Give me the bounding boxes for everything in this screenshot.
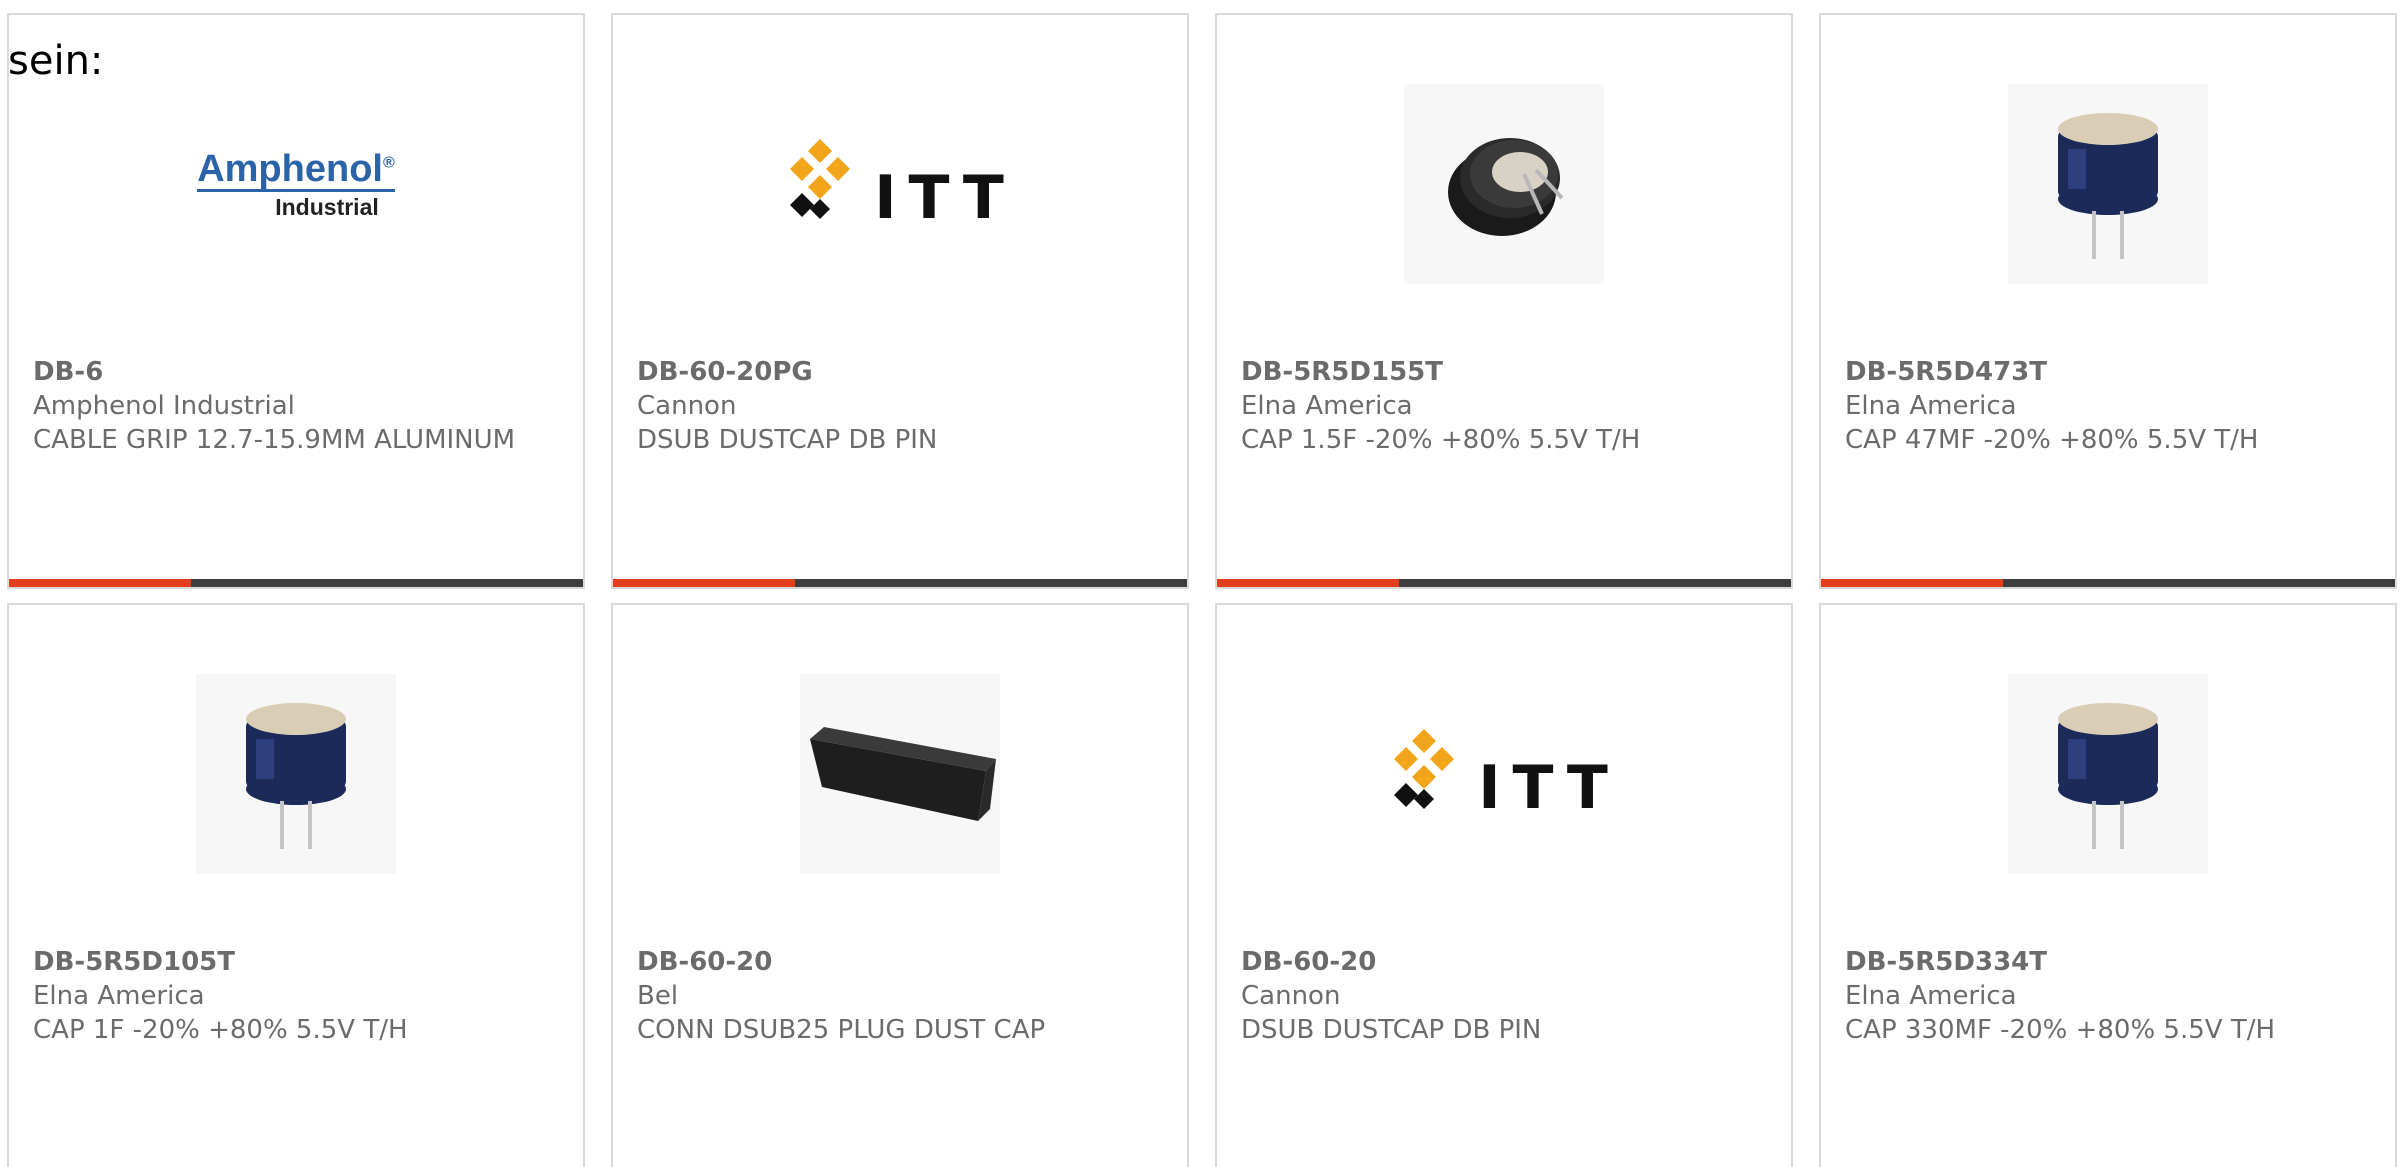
product-info: DB-60-20PG Cannon DSUB DUSTCAP DB PIN xyxy=(637,355,1163,457)
product-info: DB-5R5D334T Elna America CAP 330MF -20% … xyxy=(1845,945,2371,1047)
itt-logo: ITT xyxy=(1388,725,1620,823)
product-info: DB-5R5D473T Elna America CAP 47MF -20% +… xyxy=(1845,355,2371,457)
product-info: DB-60-20 Cannon DSUB DUSTCAP DB PIN xyxy=(1241,945,1767,1047)
product-grid-page: Amphenol® Industrial DB-6 Amphenol Indus… xyxy=(0,0,2400,1167)
part-number[interactable]: DB-60-20 xyxy=(637,945,1163,979)
manufacturer-name: Elna America xyxy=(1845,391,2017,421)
product-image[interactable] xyxy=(2003,79,2213,289)
product-description: CAP 330MF -20% +80% 5.5V T/H xyxy=(1845,1015,2276,1045)
part-number[interactable]: DB-5R5D334T xyxy=(1845,945,2371,979)
product-description: CAP 1.5F -20% +80% 5.5V T/H xyxy=(1241,425,1641,455)
card-accent-bar xyxy=(1821,579,2003,587)
manufacturer-logo[interactable]: ITT xyxy=(790,79,1005,289)
card-accent-bar xyxy=(9,579,191,587)
itt-diamond-icon xyxy=(1394,729,1455,809)
product-image[interactable] xyxy=(795,669,1005,879)
product-description: CAP 47MF -20% +80% 5.5V T/H xyxy=(1845,425,2259,455)
manufacturer-name: Elna America xyxy=(1845,981,2017,1011)
card-footer-bar xyxy=(613,579,1187,587)
amphenol-industrial-logo: Amphenol® Industrial xyxy=(197,147,395,220)
manufacturer-name: Elna America xyxy=(33,981,205,1011)
coin-supercapacitor-photo xyxy=(1404,84,1604,284)
part-number[interactable]: DB-60-20 xyxy=(1241,945,1767,979)
product-image[interactable] xyxy=(191,669,401,879)
product-grid: Amphenol® Industrial DB-6 Amphenol Indus… xyxy=(7,13,2397,1167)
radial-capacitor-photo xyxy=(196,674,396,874)
dust-cap-photo xyxy=(800,674,1000,874)
radial-capacitor-photo xyxy=(2008,674,2208,874)
product-card[interactable]: Amphenol® Industrial DB-6 Amphenol Indus… xyxy=(7,13,585,589)
manufacturer-name: Cannon xyxy=(1241,981,1341,1011)
itt-logo: ITT xyxy=(784,135,1016,233)
part-number[interactable]: DB-5R5D473T xyxy=(1845,355,2371,389)
manufacturer-logo[interactable]: ITT xyxy=(1394,669,1609,879)
manufacturer-name: Amphenol Industrial xyxy=(33,391,295,421)
product-card[interactable]: DB-5R5D334T Elna America CAP 330MF -20% … xyxy=(1819,603,2397,1167)
card-footer-bar xyxy=(1217,579,1791,587)
card-footer-bar xyxy=(9,579,583,587)
product-card[interactable]: ITT DB-60-20PG Cannon DSUB DUSTCAP DB PI… xyxy=(611,13,1189,589)
product-description: CONN DSUB25 PLUG DUST CAP xyxy=(637,1015,1046,1045)
manufacturer-logo[interactable]: Amphenol® Industrial xyxy=(191,79,401,289)
part-number[interactable]: DB-5R5D105T xyxy=(33,945,559,979)
product-info: DB-6 Amphenol Industrial CABLE GRIP 12.7… xyxy=(33,355,559,457)
part-number[interactable]: DB-6 xyxy=(33,355,559,389)
product-description: CABLE GRIP 12.7-15.9MM ALUMINUM xyxy=(33,425,516,455)
product-card[interactable]: DB-5R5D105T Elna America CAP 1F -20% +80… xyxy=(7,603,585,1167)
card-accent-bar xyxy=(1217,579,1399,587)
part-number[interactable]: DB-60-20PG xyxy=(637,355,1163,389)
radial-capacitor-photo xyxy=(2008,84,2208,284)
intro-text: sein: xyxy=(8,38,104,84)
product-description: CAP 1F -20% +80% 5.5V T/H xyxy=(33,1015,408,1045)
product-info: DB-60-20 Bel CONN DSUB25 PLUG DUST CAP xyxy=(637,945,1163,1047)
card-footer-bar xyxy=(1821,579,2395,587)
product-info: DB-5R5D155T Elna America CAP 1.5F -20% +… xyxy=(1241,355,1767,457)
product-image[interactable] xyxy=(2003,669,2213,879)
product-card[interactable]: ITT DB-60-20 Cannon DSUB DUSTCAP DB PIN xyxy=(1215,603,1793,1167)
product-image[interactable] xyxy=(1399,79,1609,289)
card-accent-bar xyxy=(613,579,795,587)
product-card[interactable]: DB-5R5D155T Elna America CAP 1.5F -20% +… xyxy=(1215,13,1793,589)
product-description: DSUB DUSTCAP DB PIN xyxy=(637,425,938,455)
manufacturer-name: Bel xyxy=(637,981,679,1011)
product-description: DSUB DUSTCAP DB PIN xyxy=(1241,1015,1542,1045)
product-info: DB-5R5D105T Elna America CAP 1F -20% +80… xyxy=(33,945,559,1047)
manufacturer-name: Elna America xyxy=(1241,391,1413,421)
product-card[interactable]: DB-5R5D473T Elna America CAP 47MF -20% +… xyxy=(1819,13,2397,589)
part-number[interactable]: DB-5R5D155T xyxy=(1241,355,1767,389)
manufacturer-name: Cannon xyxy=(637,391,737,421)
itt-diamond-icon xyxy=(790,139,851,219)
product-card[interactable]: DB-60-20 Bel CONN DSUB25 PLUG DUST CAP xyxy=(611,603,1189,1167)
